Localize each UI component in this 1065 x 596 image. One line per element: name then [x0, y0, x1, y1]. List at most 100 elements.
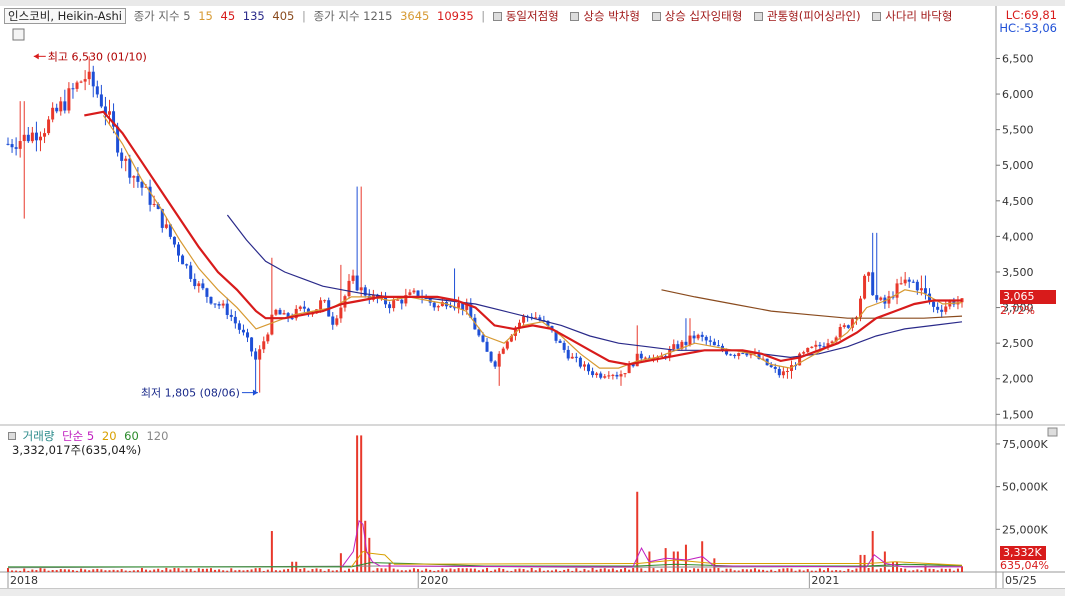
candle-body	[570, 356, 574, 359]
candle-body	[802, 352, 806, 354]
ma-135: 135	[242, 9, 265, 23]
volume-bar	[15, 570, 18, 572]
pattern-item[interactable]: 상승 박차형	[570, 9, 644, 23]
pattern-item[interactable]: 사다리 바닥형	[872, 9, 956, 23]
volume-bar	[477, 570, 480, 572]
candle-body	[59, 101, 63, 112]
volume-bar	[457, 568, 460, 572]
candle-body	[258, 349, 262, 360]
candle-body	[164, 224, 168, 228]
price-legend: 인스코비, Heikin-Ashi 종가 지수 5 15 45 135 405 …	[4, 8, 960, 26]
volume-bar	[80, 568, 83, 572]
candle-body	[704, 336, 708, 341]
candle-body	[481, 335, 485, 342]
volume-bar	[63, 569, 66, 572]
candle-body	[278, 309, 282, 315]
volume-bar	[843, 570, 846, 572]
volume-bar	[818, 568, 821, 572]
volume-bar	[323, 570, 326, 572]
candle-body	[205, 288, 209, 297]
candle-body	[936, 306, 940, 310]
volume-bar	[571, 570, 574, 572]
candle-body	[388, 304, 392, 309]
volume-bar	[384, 568, 387, 572]
candle-body	[611, 374, 615, 376]
volume-bar	[896, 561, 899, 572]
pattern-item[interactable]: 동일저점형	[492, 9, 563, 23]
price-panel	[0, 6, 1065, 425]
time-tick-label: 2021	[811, 574, 839, 587]
volume-tick-label: 75,000K	[1002, 438, 1048, 451]
pattern-item[interactable]: 관통형(피어싱라인)	[753, 9, 865, 23]
volume-bar	[39, 568, 42, 572]
volume-bar	[185, 568, 188, 572]
candle-body	[95, 86, 99, 95]
volume-bar	[737, 570, 740, 572]
candle-body	[351, 275, 355, 281]
candle-body	[522, 316, 526, 323]
volume-bar	[729, 568, 732, 572]
candle-body	[777, 368, 781, 376]
volume-ma-120: 120	[146, 429, 169, 443]
candle-body	[14, 147, 18, 149]
volume-info: 3,332,017주(635,04%)	[12, 443, 142, 457]
volume-bar	[445, 569, 448, 572]
chart-svg[interactable]: 6,5006,0005,5005,0004,5004,0003,5003,000…	[0, 0, 1065, 595]
candle-body	[254, 351, 258, 360]
volume-bar	[510, 570, 513, 572]
volume-bar	[563, 569, 566, 572]
volume-bar	[486, 567, 489, 572]
volume-bar	[449, 568, 452, 572]
candle-body	[319, 300, 323, 310]
volume-bar	[11, 570, 14, 572]
volume-bar	[689, 569, 692, 572]
candle-body	[923, 288, 927, 294]
volume-bar	[270, 531, 273, 572]
candle-body	[741, 353, 745, 355]
candle-body	[331, 316, 335, 325]
volume-bar	[425, 568, 428, 572]
volume-bar	[506, 570, 509, 572]
volume-bar	[916, 569, 919, 572]
price-tick-label: 6,500	[1002, 52, 1034, 65]
volume-bar	[76, 570, 79, 572]
candle-body	[323, 300, 327, 302]
volume-bar	[835, 570, 838, 572]
candle-body	[595, 373, 599, 376]
volume-bar	[100, 569, 103, 572]
volume-tick-label: 50,000K	[1002, 481, 1048, 494]
candle-body	[692, 335, 696, 339]
candle-body	[615, 374, 619, 377]
volume-bar	[55, 570, 58, 572]
volume-bar	[278, 570, 281, 572]
volume-bar	[71, 570, 74, 572]
high-annotation: 최고 6,530 (01/10)	[48, 50, 147, 63]
volume-bar	[250, 569, 253, 572]
volume-bar	[822, 570, 825, 572]
volume-bar	[599, 568, 602, 572]
volume-bar	[668, 570, 671, 572]
volume-bar	[741, 569, 744, 572]
volume-bar	[952, 570, 955, 572]
volume-ma-5-line	[341, 519, 962, 568]
candle-body	[599, 373, 603, 378]
volume-bar	[287, 568, 290, 572]
candle-body	[818, 344, 822, 347]
candle-body	[339, 307, 343, 319]
volume-bar	[839, 570, 842, 572]
candle-body	[566, 349, 570, 359]
candle-body	[136, 176, 140, 182]
volume-bar	[465, 568, 468, 572]
ma-45: 45	[220, 9, 236, 23]
time-tick-label: 2020	[420, 574, 448, 587]
candle-body	[696, 334, 700, 339]
price-tick-label: 5,500	[1002, 124, 1034, 137]
volume-bar	[234, 570, 237, 572]
volume-bar	[222, 570, 225, 572]
volume-bar	[404, 570, 407, 572]
pattern-item[interactable]: 상승 십자잉태형	[651, 9, 747, 23]
volume-bar	[266, 569, 269, 572]
volume-bar	[518, 568, 521, 572]
candle-body	[128, 158, 132, 178]
chart-title[interactable]: 인스코비, Heikin-Ashi	[4, 8, 126, 24]
